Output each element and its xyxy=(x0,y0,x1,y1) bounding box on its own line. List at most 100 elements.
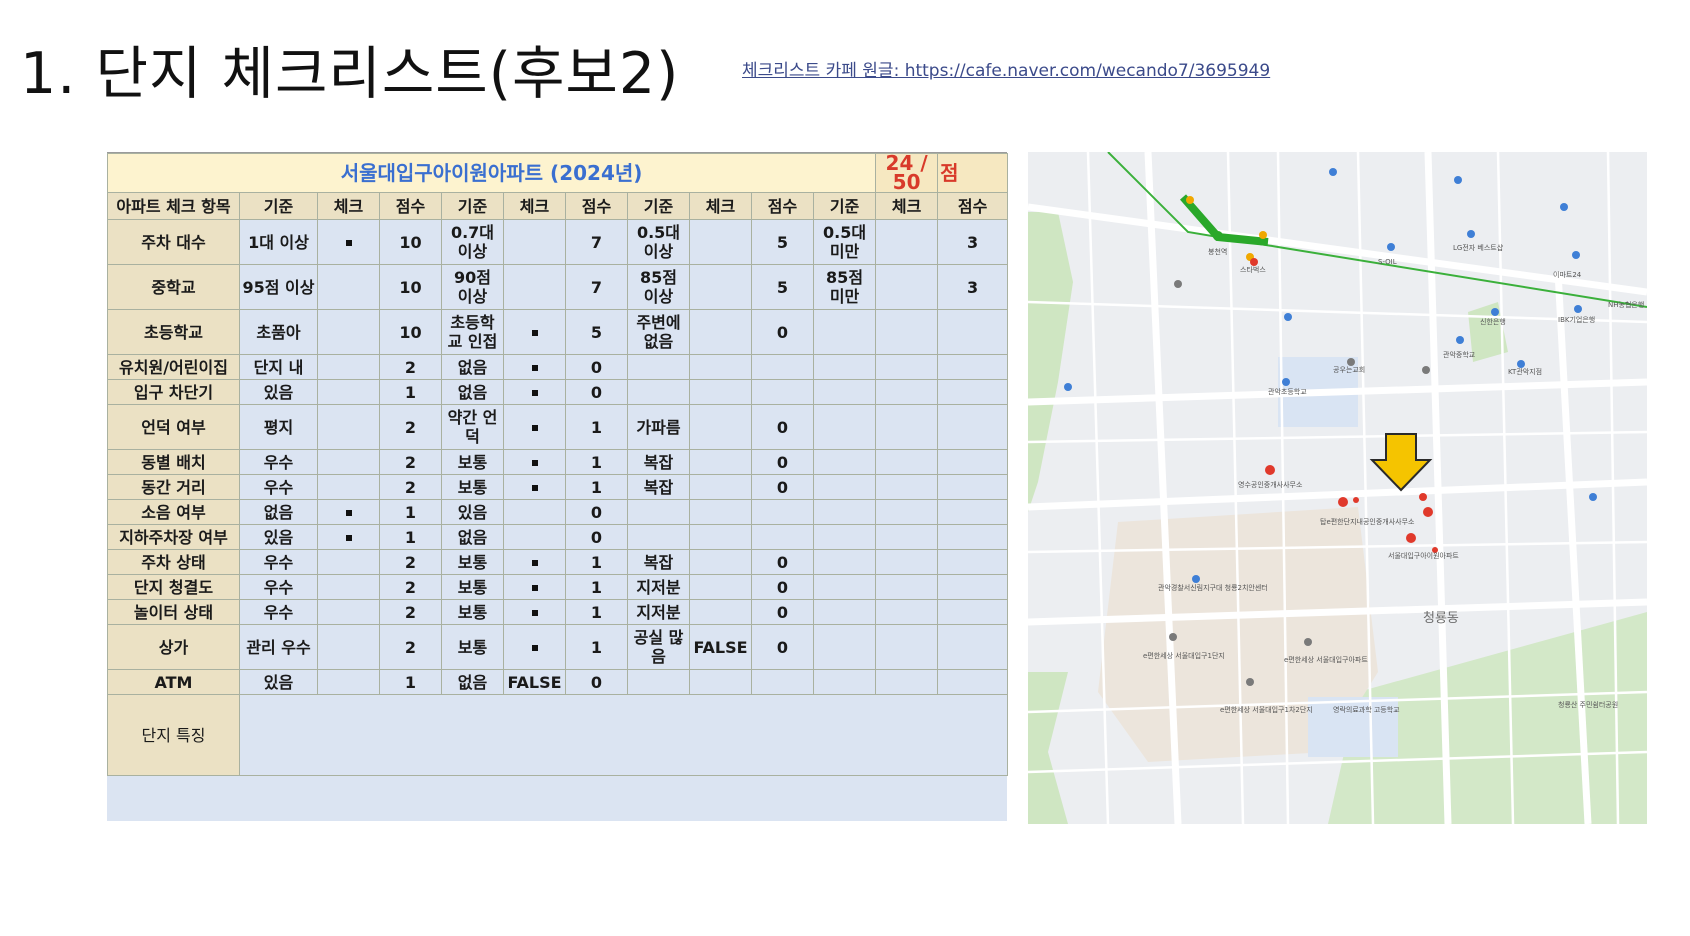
score-cell: 0 xyxy=(751,309,814,355)
check-cell[interactable] xyxy=(875,474,939,500)
check-cell[interactable] xyxy=(875,404,939,450)
svg-text:IBK기업은행: IBK기업은행 xyxy=(1558,315,1595,324)
check-cell[interactable]: FALSE xyxy=(689,624,752,670)
check-cell[interactable] xyxy=(875,524,939,550)
check-mark xyxy=(345,240,352,246)
check-cell[interactable] xyxy=(503,524,566,550)
check-cell[interactable] xyxy=(503,264,566,310)
check-cell[interactable] xyxy=(689,574,752,600)
table-row: 유치원/어린이집 단지 내 2 없음 0 xyxy=(107,354,1009,380)
score-cell: 2 xyxy=(379,549,442,575)
check-cell[interactable] xyxy=(317,669,380,695)
check-mark xyxy=(531,330,538,336)
check-cell[interactable] xyxy=(503,499,566,525)
source-link[interactable]: 체크리스트 카페 원글: https://cafe.naver.com/weca… xyxy=(742,56,1270,81)
check-cell[interactable] xyxy=(503,474,566,500)
check-cell[interactable] xyxy=(689,669,752,695)
check-cell[interactable] xyxy=(689,354,752,380)
check-cell[interactable] xyxy=(875,499,939,525)
score-cell xyxy=(937,549,1009,575)
criteria-cell xyxy=(812,309,877,355)
check-cell[interactable] xyxy=(317,549,380,575)
score-cell xyxy=(937,354,1009,380)
score-cell xyxy=(937,309,1009,355)
check-cell[interactable] xyxy=(503,574,566,600)
criteria-cell: 보통 xyxy=(441,624,504,670)
criteria-cell xyxy=(812,499,877,525)
criteria-cell: 우수 xyxy=(239,599,318,625)
feature-notes[interactable] xyxy=(238,694,1009,776)
check-cell[interactable] xyxy=(317,354,380,380)
location-map[interactable]: 봉천역 S-OIL 스타벅스 LG전자 베스트샵 이마트24 신한은행 IBK기… xyxy=(1028,152,1647,824)
check-cell[interactable] xyxy=(317,309,380,355)
check-cell[interactable] xyxy=(503,624,566,670)
check-cell[interactable] xyxy=(689,219,752,265)
check-cell[interactable] xyxy=(317,449,380,475)
check-cell[interactable] xyxy=(875,264,939,310)
check-cell[interactable] xyxy=(689,474,752,500)
check-cell[interactable] xyxy=(875,309,939,355)
check-cell[interactable] xyxy=(503,379,566,405)
score-cell: 7 xyxy=(565,264,628,310)
check-cell[interactable] xyxy=(503,354,566,380)
row-item-label: 상가 xyxy=(107,624,240,670)
check-cell[interactable] xyxy=(317,379,380,405)
check-cell[interactable] xyxy=(317,474,380,500)
check-cell[interactable] xyxy=(689,524,752,550)
score-cell: 3 xyxy=(937,264,1009,310)
check-cell[interactable] xyxy=(875,624,939,670)
check-cell[interactable] xyxy=(503,549,566,575)
check-cell[interactable] xyxy=(689,449,752,475)
check-cell[interactable] xyxy=(503,219,566,265)
check-cell[interactable] xyxy=(875,379,939,405)
check-cell[interactable] xyxy=(875,669,939,695)
criteria-cell: 보통 xyxy=(441,474,504,500)
check-cell[interactable] xyxy=(875,449,939,475)
row-item-label: 주차 상태 xyxy=(107,549,240,575)
check-cell[interactable] xyxy=(317,404,380,450)
check-cell[interactable]: FALSE xyxy=(503,669,566,695)
check-cell[interactable] xyxy=(317,264,380,310)
column-header: 점수 xyxy=(751,192,814,220)
svg-text:관악초등학교: 관악초등학교 xyxy=(1268,387,1307,396)
check-cell[interactable] xyxy=(689,309,752,355)
check-cell[interactable] xyxy=(317,524,380,550)
check-cell[interactable] xyxy=(317,219,380,265)
check-cell[interactable] xyxy=(875,354,939,380)
check-cell[interactable] xyxy=(503,599,566,625)
check-cell[interactable] xyxy=(689,549,752,575)
score-cell: 1 xyxy=(565,474,628,500)
criteria-cell: 우수 xyxy=(239,574,318,600)
check-cell[interactable] xyxy=(875,599,939,625)
check-cell[interactable] xyxy=(689,599,752,625)
check-cell[interactable] xyxy=(689,499,752,525)
score-cell: 0 xyxy=(751,549,814,575)
criteria-cell: 가파름 xyxy=(627,404,690,450)
check-cell[interactable] xyxy=(503,449,566,475)
score-cell: 10 xyxy=(379,264,442,310)
check-cell[interactable] xyxy=(689,404,752,450)
check-cell[interactable] xyxy=(317,499,380,525)
svg-text:NH농협은행: NH농협은행 xyxy=(1608,300,1644,309)
map-canvas[interactable]: 봉천역 S-OIL 스타벅스 LG전자 베스트샵 이마트24 신한은행 IBK기… xyxy=(1028,152,1647,824)
criteria-cell: 0.5대 미만 xyxy=(812,219,877,265)
check-cell[interactable] xyxy=(875,549,939,575)
check-cell[interactable] xyxy=(689,264,752,310)
check-cell[interactable] xyxy=(317,599,380,625)
table-row: 동별 배치 우수 2 보통 1 복잡 0 xyxy=(107,449,1009,475)
score-cell: 1 xyxy=(379,524,442,550)
criteria-cell: 0.5대 이상 xyxy=(627,219,690,265)
score-cell: 2 xyxy=(379,404,442,450)
check-cell[interactable] xyxy=(503,309,566,355)
check-cell[interactable] xyxy=(875,219,939,265)
check-cell[interactable] xyxy=(317,574,380,600)
score-cell: 0 xyxy=(565,354,628,380)
check-cell[interactable] xyxy=(503,404,566,450)
check-cell[interactable] xyxy=(875,574,939,600)
check-cell[interactable] xyxy=(317,624,380,670)
score-cell xyxy=(937,449,1009,475)
score-cell: 1 xyxy=(379,379,442,405)
score-cell xyxy=(937,379,1009,405)
column-header: 체크 xyxy=(875,192,939,220)
check-cell[interactable] xyxy=(689,379,752,405)
